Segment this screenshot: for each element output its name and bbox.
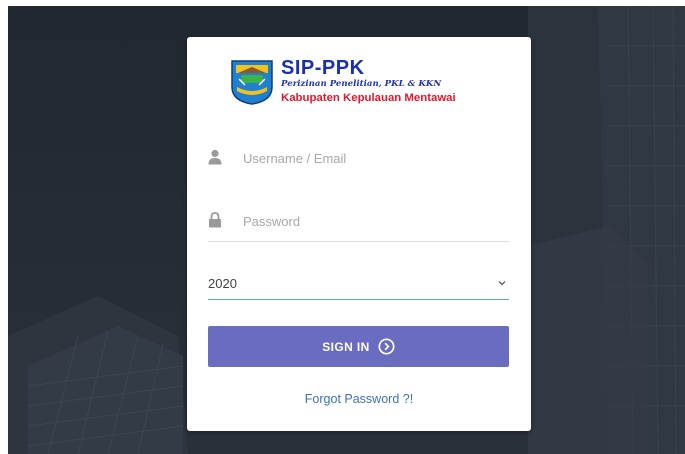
password-underline bbox=[208, 241, 509, 242]
app-tagline: Perizinan Penelitian, PKL & KKN bbox=[281, 79, 442, 89]
logo: SIP-PPK Perizinan Penelitian, PKL & KKN … bbox=[229, 57, 489, 109]
forgot-password-link[interactable]: Forgot Password ?! bbox=[187, 392, 531, 406]
signin-label: SIGN IN bbox=[322, 339, 370, 354]
password-input[interactable] bbox=[243, 206, 508, 236]
chevron-down-icon bbox=[498, 281, 506, 286]
regency-emblem-icon bbox=[231, 60, 273, 105]
app-name: SIP-PPK bbox=[281, 57, 365, 79]
lock-icon bbox=[209, 212, 221, 228]
username-field bbox=[208, 143, 509, 175]
login-card: SIP-PPK Perizinan Penelitian, PKL & KKN … bbox=[187, 37, 531, 431]
year-select[interactable]: 2020 bbox=[208, 269, 509, 300]
signin-button[interactable]: SIGN IN bbox=[208, 326, 509, 367]
username-input[interactable] bbox=[243, 143, 508, 173]
arrow-circle-right-icon bbox=[378, 338, 395, 355]
password-field bbox=[208, 206, 509, 242]
user-icon bbox=[208, 149, 222, 165]
year-select-value: 2020 bbox=[208, 276, 237, 291]
region-name: Kabupaten Kepulauan Mentawai bbox=[281, 92, 456, 104]
